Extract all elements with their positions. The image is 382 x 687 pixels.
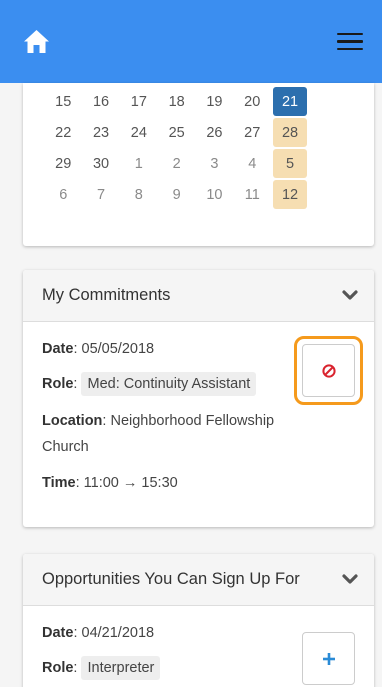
calendar-day[interactable]: 17 [122,87,157,116]
calendar-day-today[interactable]: 21 [272,87,308,116]
calendar-day[interactable]: 26 [197,118,232,147]
calendar-day[interactable]: 25 [159,118,194,147]
calendar-day[interactable]: 24 [122,118,157,147]
opportunities-body: Date: 04/21/2018 Role: Interpreter [23,606,374,687]
date-label: Date [42,625,74,641]
calendar-day[interactable]: 10 [197,180,232,209]
calendar-day[interactable]: 19 [197,87,232,116]
role-label: Role [42,376,74,392]
commitment-time: Time: 11:00 → 15:30 [42,475,178,491]
chevron-down-icon[interactable] [342,574,358,585]
date-value: 04/21/2018 [81,625,155,641]
calendar-day[interactable]: 29 [46,149,81,178]
calendar-day[interactable]: 12 [272,180,308,209]
plus-icon [322,652,335,665]
calendar-day[interactable]: 9 [159,180,194,209]
opportunities-title: Opportunities You Can Sign Up For [42,570,300,588]
calendar-grid: 15 16 17 18 19 20 21 22 23 24 25 26 27 28 29 30 1 2 3 4 5 6 7 8… [46,87,308,209]
calendar-day[interactable]: 18 [159,87,194,116]
calendar-day[interactable]: 23 [84,118,119,147]
date-label: Date [42,341,74,357]
commitments-body: Date: 05/05/2018 Role: Med: Continuity A… [23,322,374,510]
location-label: Location [42,413,103,429]
calendar-day[interactable]: 7 [84,180,119,209]
time-label: Time [42,475,76,491]
commitments-header[interactable]: My Commitments [23,270,374,322]
commitments-card: My Commitments Date: 05/05/2018 Role: Me… [23,270,374,527]
calendar-day[interactable]: 16 [84,87,119,116]
calendar-day[interactable]: 6 [46,180,81,209]
calendar-day[interactable]: 5 [272,149,308,178]
home-button[interactable] [23,29,50,54]
calendar-day[interactable]: 2 [159,149,194,178]
hamburger-line [337,40,363,43]
time-value: 11:00 → 15:30 [83,475,178,491]
opportunities-card: Opportunities You Can Sign Up For Date: … [23,554,374,687]
date-value: 05/05/2018 [81,341,155,357]
opportunities-header[interactable]: Opportunities You Can Sign Up For [23,554,374,606]
calendar-day[interactable]: 15 [46,87,81,116]
calendar-day[interactable]: 28 [272,118,308,147]
commitments-title: My Commitments [42,286,171,304]
cancel-commitment-button[interactable] [302,344,355,397]
calendar-day[interactable]: 3 [197,149,232,178]
role-label: Role [42,660,74,676]
hamburger-line [337,32,363,36]
role-badge: Interpreter [81,656,161,680]
sign-up-button[interactable] [302,632,355,685]
menu-button[interactable] [337,32,363,51]
calendar-day[interactable]: 11 [235,180,270,209]
calendar-day[interactable]: 1 [122,149,157,178]
app-header [0,0,382,83]
hamburger-line [337,47,363,51]
cancel-circle-slash-icon [321,363,336,378]
calendar-day[interactable]: 4 [235,149,270,178]
calendar-day[interactable]: 20 [235,87,270,116]
calendar-day[interactable]: 27 [235,118,270,147]
calendar-card: 15 16 17 18 19 20 21 22 23 24 25 26 27 28 29 30 1 2 3 4 5 6 7 8… [23,83,374,246]
role-badge: Med: Continuity Assistant [81,372,257,396]
commitment-location: Location: Neighborhood Fellowship Church [42,413,275,455]
chevron-down-icon[interactable] [342,290,358,301]
home-icon [24,30,49,53]
calendar-day[interactable]: 8 [122,180,157,209]
calendar-day[interactable]: 22 [46,118,81,147]
calendar-day[interactable]: 30 [84,149,119,178]
